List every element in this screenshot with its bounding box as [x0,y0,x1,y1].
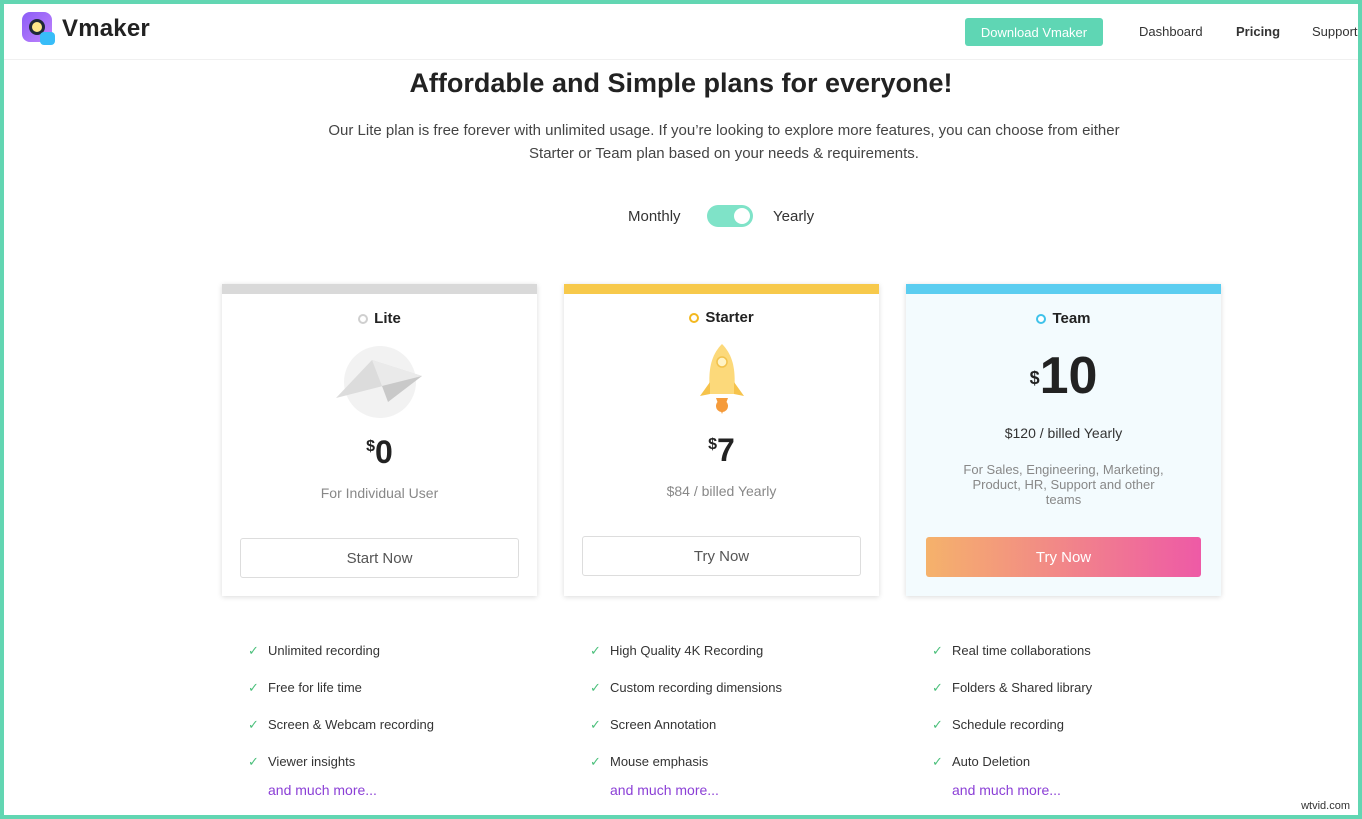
feature-list-starter: ✓ High Quality 4K Recording ✓ Custom recor… [590,632,782,799]
plan-name: Lite [374,310,401,327]
check-icon: ✓ [590,753,601,769]
check-icon: ✓ [248,716,259,732]
check-icon: ✓ [248,753,259,769]
billing-toggle-row: Monthly Yearly [4,204,1358,230]
nav-support[interactable]: Support [1312,24,1358,39]
check-icon: ✓ [590,679,601,695]
plan-price: 10 [1039,347,1098,405]
plan-accent-bar [906,284,1221,294]
more-link[interactable]: and much more... [952,782,1092,798]
plan-name: Team [1052,310,1091,327]
check-icon: ✓ [248,679,259,695]
plan-audience: For Sales, Engineering, Marketing, Produ… [963,462,1164,507]
check-icon: ✓ [932,679,943,695]
list-item: ✓ Auto Deletion [932,753,1031,770]
monthly-label[interactable]: Monthly [628,208,681,225]
currency-symbol: $ [366,438,376,455]
currency-symbol: $ [708,436,718,453]
more-link[interactable]: and much more... [610,782,782,798]
list-item: ✓ Mouse emphasis [590,753,709,770]
start-now-button[interactable]: Start Now [240,538,519,578]
list-item: ✓ Schedule recording [932,716,1065,733]
check-icon: ✓ [590,716,601,732]
rocket-icon [700,344,744,414]
feature-list-team: ✓ Real time collaborations ✓ Folders & Sha… [932,632,1093,799]
list-item: ✓ Folders & Shared library [932,679,1093,696]
try-now-button[interactable]: Try Now [582,536,861,576]
plan-billing-note: $120 / billed Yearly [1004,425,1123,441]
top-header: Vmaker Download Vmaker Dashboard Pricing… [4,4,1358,60]
check-icon: ✓ [248,642,259,658]
vmaker-logo-icon [22,12,56,46]
brand-name: Vmaker [62,15,150,42]
list-item: ✓ Screen & Webcam recording [248,716,434,733]
yearly-label[interactable]: Yearly [773,208,814,225]
check-icon: ✓ [932,753,943,769]
list-item: ✓ Real time collaborations [932,642,1091,659]
plan-price: 7 [717,432,735,468]
check-icon: ✓ [932,716,943,732]
plan-note: For Individual User [320,485,439,501]
plan-dot-icon [689,312,700,323]
plan-billing-note: $84 / billed Yearly [666,483,777,499]
try-now-button-team[interactable]: Try Now [926,537,1201,577]
plan-dot-icon [358,313,369,324]
billing-toggle[interactable] [707,205,753,227]
list-item: ✓ Screen Annotation [590,716,717,733]
currency-symbol: $ [1029,368,1040,388]
list-item: ✓ Unlimited recording [248,642,380,659]
list-item: ✓ Free for life time [248,679,362,696]
plan-name: Starter [705,309,754,326]
check-icon: ✓ [932,642,943,658]
check-icon: ✓ [590,642,601,658]
plan-dot-icon [1036,313,1047,324]
plan-price: 0 [375,434,393,470]
watermark: wtvid.com [1301,800,1350,812]
more-link[interactable]: and much more... [268,782,434,798]
nav-pricing[interactable]: Pricing [1236,24,1280,39]
toggle-knob [734,208,750,224]
nav-dashboard[interactable]: Dashboard [1139,24,1203,39]
page-frame: Vmaker Download Vmaker Dashboard Pricing… [0,0,1362,819]
list-item: ✓ Viewer insights [248,753,356,770]
brand-logo[interactable]: Vmaker [22,12,150,46]
plan-card-lite: Lite $0 For Individual User Start Now [222,284,537,596]
feature-list-lite: ✓ Unlimited recording ✓ Free for life time… [248,632,434,799]
plan-accent-bar [564,284,879,294]
list-item: ✓ Custom recording dimensions [590,679,782,696]
paper-plane-icon [336,346,422,418]
page-title: Affordable and Simple plans for everyone… [409,68,953,98]
plan-card-team: Team $10 $120 / billed Yearly For Sales,… [906,284,1221,596]
list-item: ✓ High Quality 4K Recording [590,642,764,659]
plan-card-starter: Starter $7 $84 / billed Yearly Try Now [564,284,879,596]
page-subtitle: Our Lite plan is free forever with unlim… [328,122,1120,162]
download-button[interactable]: Download Vmaker [965,18,1103,46]
plan-accent-bar [222,284,537,294]
